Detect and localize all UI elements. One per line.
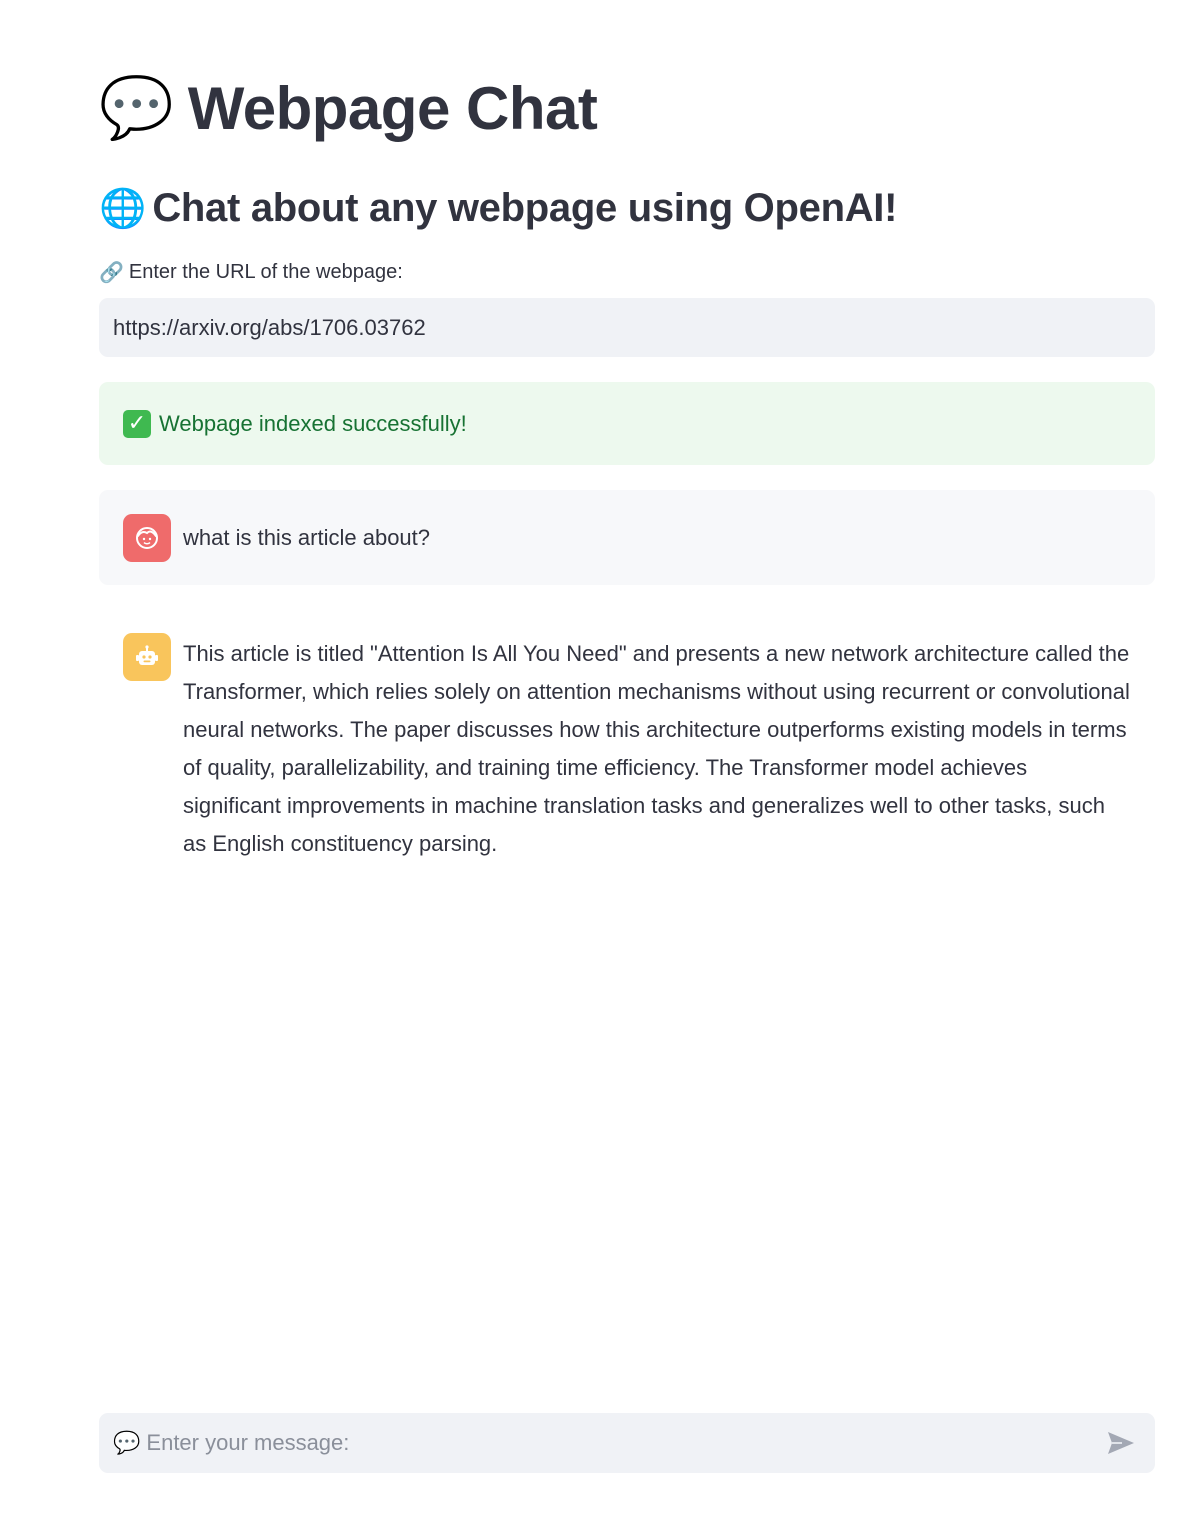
send-button[interactable] [1103,1425,1139,1461]
url-input[interactable]: https://arxiv.org/abs/1706.03762 [99,298,1155,357]
chat-message-input[interactable]: 💬 Enter your message: [99,1413,1155,1473]
speech-bubble-icon: 💬 [113,1430,141,1456]
success-message: Webpage indexed successfully! [159,410,467,436]
user-face-icon [123,513,171,562]
page-subtitle: 🌐 Chat about any webpage using OpenAI! [99,182,897,234]
globe-icon: 🌐 [99,186,147,230]
page-title: 💬 Webpage Chat [99,70,598,146]
success-alert: ✓ Webpage indexed successfully! [99,382,1155,465]
link-icon: 🔗 [99,260,124,284]
send-icon [1108,1432,1134,1454]
url-field-label: 🔗 Enter the URL of the webpage: [99,260,403,284]
page-title-text: Webpage Chat [187,74,598,142]
chat-input-placeholder[interactable]: Enter your message: [146,1430,1103,1456]
speech-bubble-icon: 💬 [99,73,174,143]
check-mark-icon: ✓ [123,409,151,438]
chat-message-user: what is this article about? [99,490,1155,585]
chat-message-assistant: This article is titled "Attention Is All… [99,633,1155,863]
url-input-value[interactable]: https://arxiv.org/abs/1706.03762 [113,315,426,341]
assistant-message-text: This article is titled "Attention Is All… [183,641,1130,856]
app-page: 💬 Webpage Chat 🌐 Chat about any webpage … [0,0,1198,1520]
page-subtitle-text: Chat about any webpage using OpenAI! [152,185,898,230]
url-field-label-text: Enter the URL of the webpage: [128,260,403,283]
user-message-text: what is this article about? [183,524,431,550]
robot-icon [123,633,171,681]
